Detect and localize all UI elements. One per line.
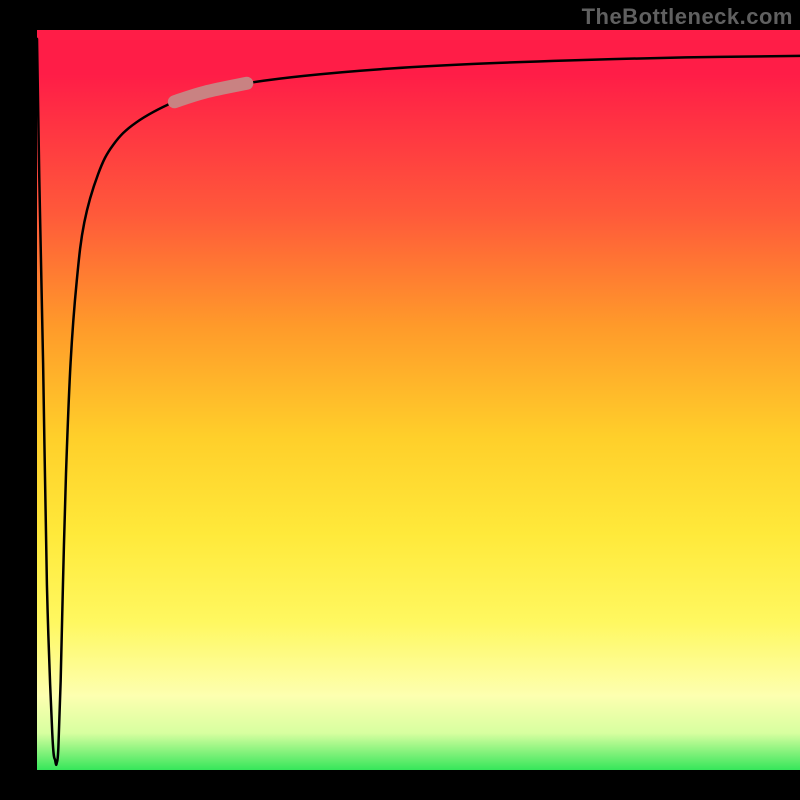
watermark-text: TheBottleneck.com xyxy=(582,4,793,30)
plot-area xyxy=(37,30,800,770)
chart-frame: TheBottleneck.com xyxy=(0,0,800,800)
